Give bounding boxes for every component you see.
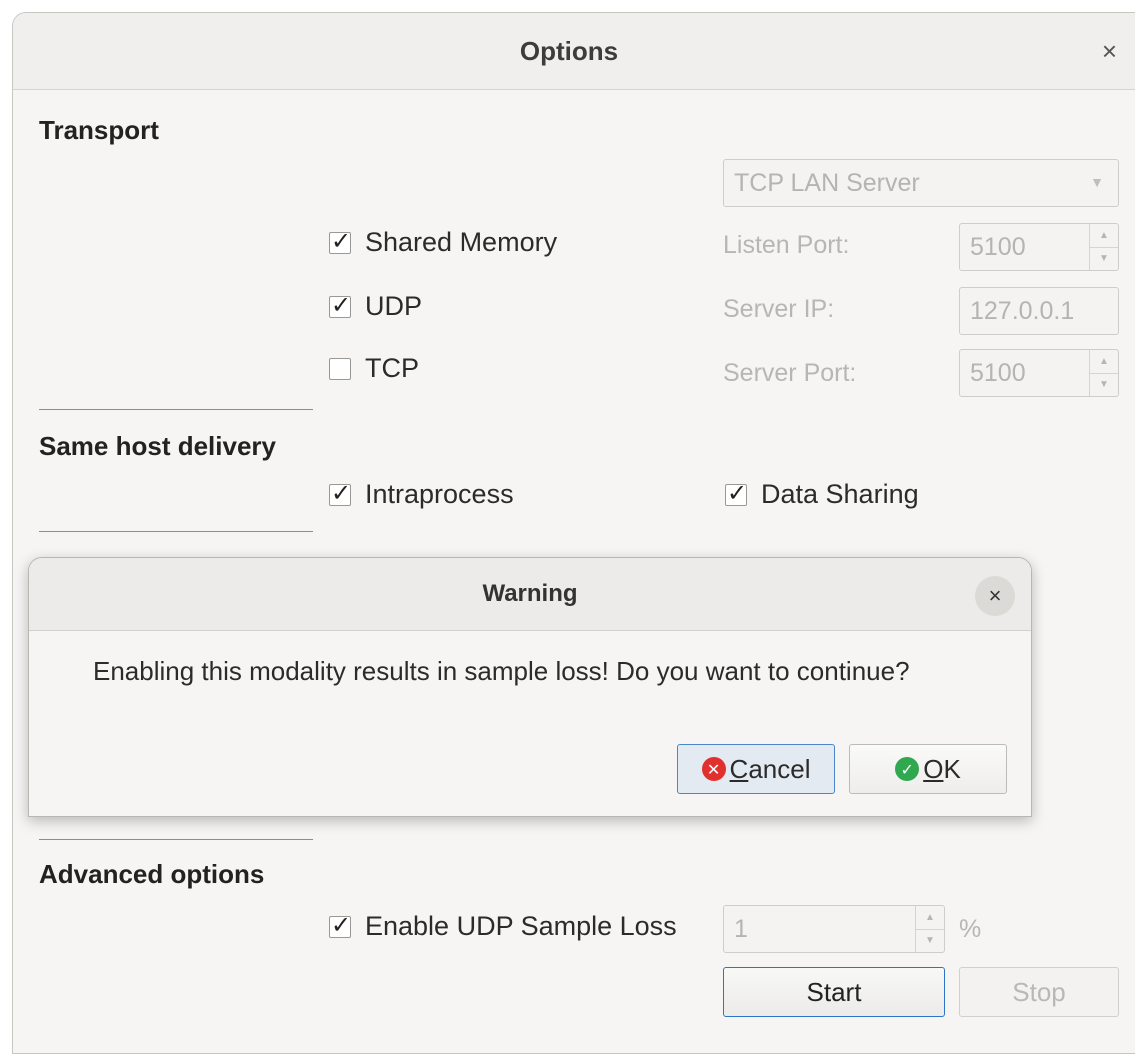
spin-up-icon[interactable]: ▲ <box>916 906 944 930</box>
intraprocess-label: Intraprocess <box>365 479 514 509</box>
transport-mode-value: TCP LAN Server <box>734 168 920 197</box>
server-ip-field[interactable]: 127.0.0.1 <box>959 287 1119 335</box>
data-sharing-label: Data Sharing <box>761 479 919 509</box>
options-titlebar: Options × <box>13 13 1135 90</box>
options-window: Options × Transport TCP LAN Server ▼ Sha… <box>12 12 1135 1054</box>
spin-up-icon[interactable]: ▲ <box>1090 350 1118 374</box>
warning-title: Warning <box>482 580 578 607</box>
listen-port-label: Listen Port: <box>723 231 850 259</box>
spin-buttons[interactable]: ▲ ▼ <box>1089 224 1118 270</box>
server-port-label: Server Port: <box>723 359 857 387</box>
transport-heading: Transport <box>39 115 159 145</box>
checkbox-box[interactable] <box>329 227 351 255</box>
start-button[interactable]: Start <box>723 967 945 1017</box>
server-port-spinbox[interactable]: 5100 ▲ ▼ <box>959 349 1119 397</box>
listen-port-spinbox[interactable]: 5100 ▲ ▼ <box>959 223 1119 271</box>
same-host-heading: Same host delivery <box>39 431 276 461</box>
sample-loss-spinbox[interactable]: 1 ▲ ▼ <box>723 905 945 953</box>
spin-buttons[interactable]: ▲ ▼ <box>915 906 944 952</box>
warning-dialog: Warning × Enabling this modality results… <box>28 557 1032 817</box>
server-ip-value: 127.0.0.1 <box>970 296 1075 325</box>
udp-checkbox[interactable]: UDP <box>329 291 422 322</box>
warning-message: Enabling this modality results in sample… <box>93 656 910 686</box>
cancel-icon: ✕ <box>701 757 726 781</box>
server-port-value: 5100 <box>970 358 1026 387</box>
separator <box>39 839 313 840</box>
sample-loss-value: 1 <box>734 914 748 943</box>
cancel-button[interactable]: ✕ Cancel <box>677 744 835 794</box>
ok-mnemonic: O <box>923 753 944 784</box>
spin-buttons[interactable]: ▲ ▼ <box>1089 350 1118 396</box>
ok-button[interactable]: ✓ OK <box>849 744 1007 794</box>
udp-sample-loss-checkbox[interactable]: Enable UDP Sample Loss <box>329 911 677 942</box>
stop-button[interactable]: Stop <box>959 967 1119 1017</box>
chevron-down-icon: ▼ <box>1090 174 1104 190</box>
spin-up-icon[interactable]: ▲ <box>1090 224 1118 248</box>
close-icon: × <box>988 583 1002 608</box>
udp-sample-loss-label: Enable UDP Sample Loss <box>365 911 677 941</box>
transport-mode-select[interactable]: TCP LAN Server ▼ <box>723 159 1119 207</box>
checkbox-box[interactable] <box>329 911 351 939</box>
spin-down-icon[interactable]: ▼ <box>916 930 944 953</box>
spin-down-icon[interactable]: ▼ <box>1090 248 1118 271</box>
warning-titlebar: Warning × <box>29 558 1031 631</box>
separator <box>39 531 313 532</box>
intraprocess-checkbox[interactable]: Intraprocess <box>329 479 514 510</box>
close-icon[interactable]: × <box>1102 38 1117 64</box>
udp-label: UDP <box>365 291 423 321</box>
listen-port-value: 5100 <box>970 232 1026 261</box>
advanced-heading: Advanced options <box>39 859 265 889</box>
tcp-checkbox[interactable]: TCP <box>329 353 419 384</box>
window-title: Options <box>519 36 619 66</box>
data-sharing-checkbox[interactable]: Data Sharing <box>725 479 919 510</box>
cancel-mnemonic: C <box>729 753 749 784</box>
checkbox-box[interactable] <box>329 357 351 380</box>
tcp-label: TCP <box>365 353 419 383</box>
ok-label-rest: K <box>943 753 961 784</box>
checkbox-box[interactable] <box>329 291 351 319</box>
cancel-label-rest: ancel <box>748 753 811 784</box>
percent-unit: % <box>959 915 982 943</box>
spin-down-icon[interactable]: ▼ <box>1090 374 1118 397</box>
ok-icon: ✓ <box>895 757 920 781</box>
dialog-close-button[interactable]: × <box>975 576 1015 616</box>
shared-memory-label: Shared Memory <box>365 227 558 257</box>
checkbox-box[interactable] <box>725 479 747 507</box>
separator <box>39 409 313 410</box>
server-ip-label: Server IP: <box>723 295 835 323</box>
shared-memory-checkbox[interactable]: Shared Memory <box>329 227 557 258</box>
checkbox-box[interactable] <box>329 479 351 507</box>
